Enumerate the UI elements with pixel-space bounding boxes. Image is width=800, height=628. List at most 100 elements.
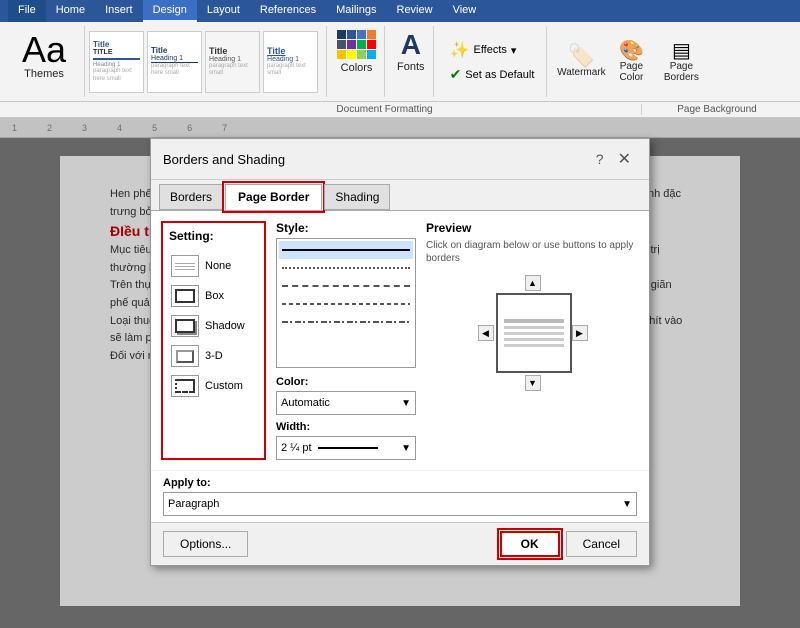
cancel-button[interactable]: Cancel	[566, 531, 637, 557]
setting-item-shadow[interactable]: Shadow	[169, 311, 258, 341]
colors-label: Colors	[341, 62, 373, 74]
ribbon-tab-references[interactable]: References	[250, 0, 326, 22]
style-thumb-3[interactable]: Title Heading 1 paragraph text small	[205, 31, 260, 93]
setting-item-box[interactable]: Box	[169, 281, 258, 311]
dialog-title: Borders and Shading	[163, 152, 285, 167]
setting-custom-label: Custom	[205, 380, 243, 392]
preview-panel: Preview Click on diagram below or use bu…	[426, 221, 639, 460]
tab-page-border[interactable]: Page Border	[225, 184, 322, 210]
setting-panel: Setting: None	[161, 221, 266, 460]
setting-box-label: Box	[205, 290, 224, 302]
page-borders-label: Page Borders	[659, 61, 703, 83]
setting-item-none[interactable]: None	[169, 251, 258, 281]
ribbon-tab-layout[interactable]: Layout	[197, 0, 250, 22]
setting-item-custom[interactable]: Custom	[169, 371, 258, 401]
ribbon-tab-view[interactable]: View	[443, 0, 487, 22]
themes-big-icon: Aa	[22, 32, 66, 68]
setting-icon-none	[171, 255, 199, 277]
setting-none-label: None	[205, 260, 231, 272]
setting-3d-label: 3-D	[205, 350, 223, 362]
colors-grid-icon	[337, 30, 376, 59]
setting-item-3d[interactable]: 3-D	[169, 341, 258, 371]
preview-label: Preview	[426, 221, 639, 235]
setting-icon-3d	[171, 345, 199, 367]
style-thumbnails-group: Title TITLE Heading 1 paragraph text her…	[89, 26, 327, 97]
themes-label: Themes	[24, 68, 64, 80]
checkmark-icon: ✔	[450, 66, 462, 83]
colors-group[interactable]: Colors	[331, 26, 385, 97]
color-value: Automatic	[281, 397, 330, 409]
preview-box	[496, 293, 572, 373]
width-label: Width:	[276, 421, 416, 433]
style-list[interactable]	[276, 238, 416, 368]
style-line-solid[interactable]	[279, 241, 413, 259]
options-button[interactable]: Options...	[163, 531, 248, 557]
dialog-tab-bar: Borders Page Border Shading	[151, 180, 649, 211]
ok-button[interactable]: OK	[500, 531, 560, 557]
apply-to-value: Paragraph	[168, 498, 219, 510]
setting-shadow-label: Shadow	[205, 320, 245, 332]
fonts-icon: A	[401, 30, 421, 61]
set-default-button[interactable]: ✔ Set as Default	[446, 64, 539, 85]
watermark-icon: 🏷️	[568, 45, 595, 67]
ribbon-group-labels: Document Formatting Page Background	[0, 102, 800, 118]
effects-button[interactable]: ✨ Effects ▾	[446, 38, 539, 62]
preview-hint: Click on diagram below or use buttons to…	[426, 239, 639, 265]
style-line-dash-dot[interactable]	[279, 313, 413, 331]
ribbon-tab-bar: File Home Insert Design Layout Reference…	[0, 0, 800, 22]
ribbon-tab-file[interactable]: File	[8, 0, 46, 22]
width-dropdown-arrow: ▼	[401, 443, 411, 454]
page-bg-label: Page Background	[642, 104, 792, 115]
ribbon-tab-review[interactable]: Review	[387, 0, 443, 22]
ribbon-tab-mailings[interactable]: Mailings	[326, 0, 386, 22]
watermark-button[interactable]: 🏷️ Watermark	[559, 45, 603, 78]
apply-to-row: Apply to: Paragraph ▼	[151, 470, 649, 522]
arrow-left-button[interactable]: ◀	[478, 325, 494, 341]
style-line-dashed-long[interactable]	[279, 277, 413, 295]
themes-button[interactable]: Aa Themes	[16, 28, 72, 84]
page-borders-button[interactable]: ▤ Page Borders	[659, 41, 703, 83]
style-thumb-4[interactable]: Title Heading 1 paragraph text small	[263, 31, 318, 93]
color-dropdown-arrow: ▼	[401, 398, 411, 409]
style-line-dashed-short[interactable]	[279, 295, 413, 313]
apply-to-label: Apply to:	[163, 477, 637, 489]
ribbon-tab-home[interactable]: Home	[46, 0, 95, 22]
watermark-label: Watermark	[557, 67, 606, 78]
arrow-bottom-button[interactable]: ▼	[525, 375, 541, 391]
doc-area: 1 2 3 4 5 6 7 Hen phế quản (hay còn gọi …	[0, 118, 800, 628]
setting-icon-custom	[171, 375, 199, 397]
ribbon-tab-insert[interactable]: Insert	[95, 0, 143, 22]
ribbon-tab-design[interactable]: Design	[143, 0, 197, 22]
page-borders-icon: ▤	[672, 41, 691, 61]
width-row: Width: 2 ¼ pt ▼	[276, 421, 416, 460]
dialog-titlebar: Borders and Shading ? ✕	[151, 139, 649, 180]
setting-icon-box	[171, 285, 199, 307]
page-color-label: PageColor	[619, 61, 643, 83]
fonts-group[interactable]: A Fonts	[389, 26, 434, 97]
fonts-label: Fonts	[397, 61, 425, 73]
arrow-right-button[interactable]: ▶	[572, 325, 588, 341]
dialog-help-icon[interactable]: ?	[596, 151, 604, 167]
style-thumb-2[interactable]: Title Heading 1 paragraph text here smal…	[147, 31, 202, 93]
color-select[interactable]: Automatic ▼	[276, 391, 416, 415]
effects-icon: ✨	[450, 40, 470, 60]
style-line-dotted[interactable]	[279, 259, 413, 277]
page-color-button[interactable]: 🎨 PageColor	[611, 41, 651, 83]
color-row: Color: Automatic ▼	[276, 376, 416, 415]
page-color-icon: 🎨	[619, 41, 644, 61]
width-select[interactable]: 2 ¼ pt ▼	[276, 436, 416, 460]
borders-shading-dialog: Borders and Shading ? ✕ Borders Page Bor…	[150, 138, 650, 566]
apply-to-select[interactable]: Paragraph ▼	[163, 492, 637, 516]
setting-panel-label: Setting:	[169, 229, 258, 243]
tab-shading[interactable]: Shading	[324, 184, 390, 210]
effects-label: Effects	[473, 44, 506, 56]
effects-setdefault-group: ✨ Effects ▾ ✔ Set as Default	[438, 26, 548, 97]
color-label: Color:	[276, 376, 416, 388]
arrow-top-button[interactable]: ▲	[525, 275, 541, 291]
style-thumb-1[interactable]: Title TITLE Heading 1 paragraph text her…	[89, 31, 144, 93]
tab-borders[interactable]: Borders	[159, 184, 223, 210]
style-label: Style:	[276, 221, 416, 235]
ribbon: File Home Insert Design Layout Reference…	[0, 0, 800, 118]
preview-area: ▲ ◀ ▶ ▼	[478, 275, 588, 391]
dialog-close-button[interactable]: ✕	[612, 147, 637, 171]
